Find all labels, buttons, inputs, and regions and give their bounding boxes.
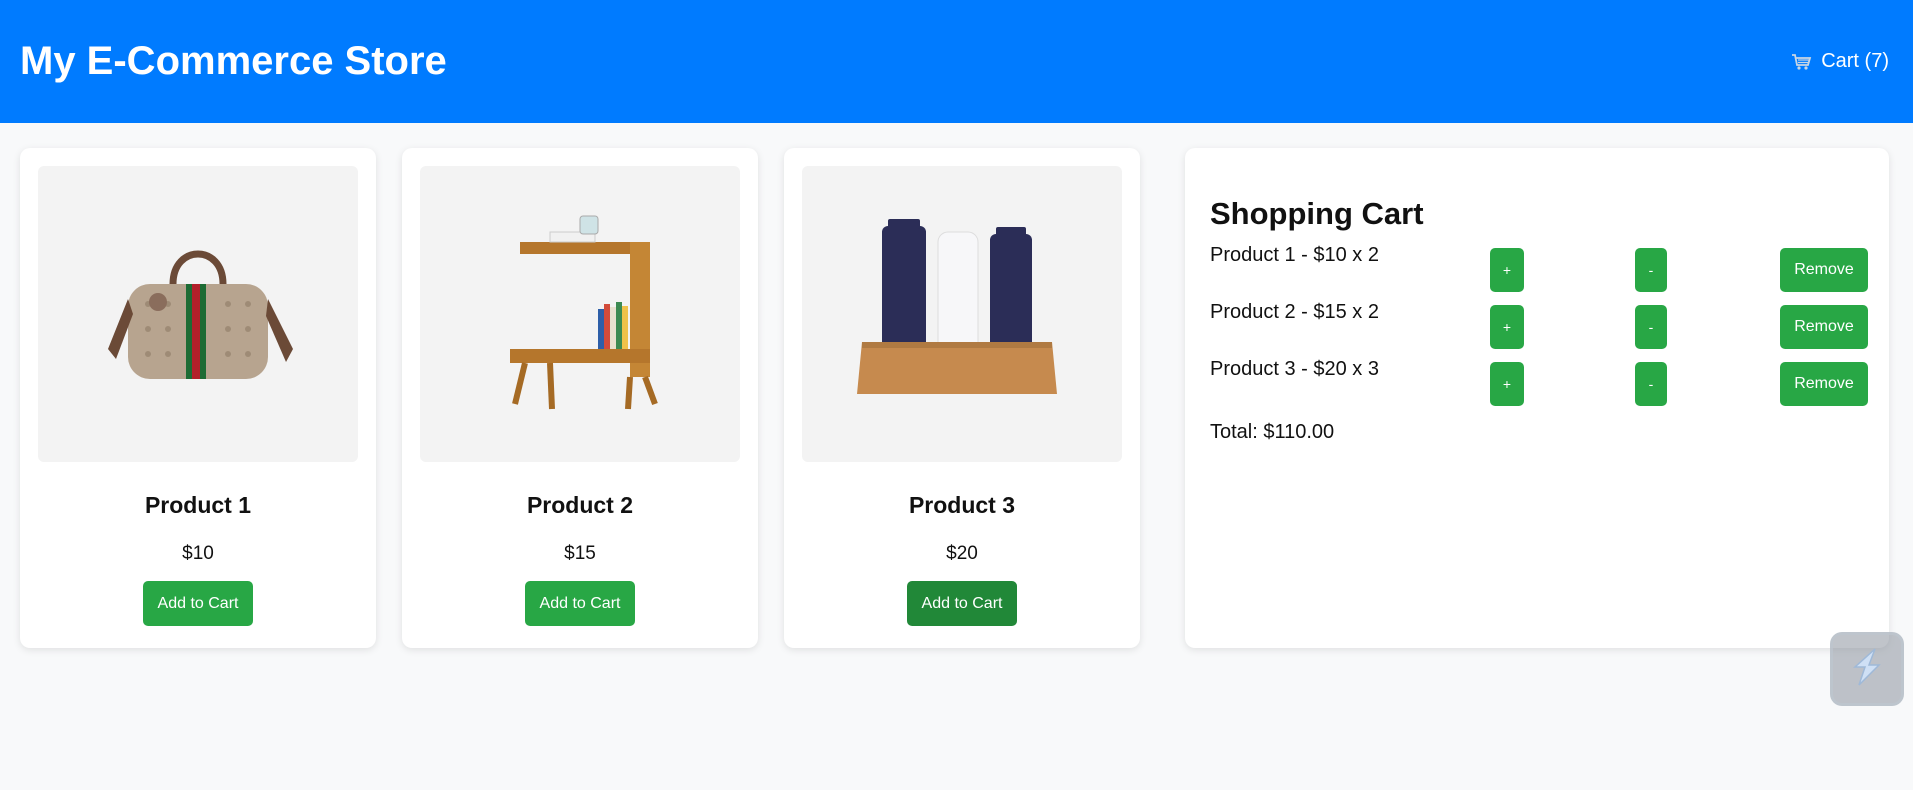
side-table-image <box>510 215 658 410</box>
decrease-quantity-button[interactable]: - <box>1635 248 1667 292</box>
cart-item-description: Product 1 - $10 x 2 <box>1210 244 1379 266</box>
add-to-cart-button[interactable]: Add to Cart <box>143 581 253 626</box>
product-price: $15 <box>564 543 596 564</box>
product-card: Product 3 $20 Add to Cart <box>784 148 1140 648</box>
product-card: Product 2 $15 Add to Cart <box>402 148 758 648</box>
floating-action-button[interactable] <box>1830 632 1904 706</box>
cart-item-description: Product 2 - $15 x 2 <box>1210 301 1379 323</box>
increase-quantity-button[interactable]: + <box>1490 305 1524 349</box>
product-price: $20 <box>946 543 978 564</box>
product-grid: Product 1 $10 Add to Cart Product 2 $15 … <box>20 148 1140 648</box>
store-title: My E-Commerce Store <box>20 39 447 83</box>
skincare-tubes-image <box>857 219 1057 394</box>
cart-link[interactable]: Cart (7) <box>1791 50 1889 73</box>
cart-total: Total: $110.00 <box>1210 421 1335 443</box>
product-card: Product 1 $10 Add to Cart <box>20 148 376 648</box>
decrease-quantity-button[interactable]: - <box>1635 305 1667 349</box>
cart-item: Product 1 - $10 x 2 + - Remove <box>1210 240 1868 297</box>
product-image <box>802 166 1122 462</box>
cart-title: Shopping Cart <box>1210 196 1424 231</box>
cart-item: Product 3 - $20 x 3 + - Remove <box>1210 354 1868 411</box>
decrease-quantity-button[interactable]: - <box>1635 362 1667 406</box>
add-to-cart-button[interactable]: Add to Cart <box>525 581 635 626</box>
product-price: $10 <box>182 543 214 564</box>
add-to-cart-button[interactable]: Add to Cart <box>907 581 1017 626</box>
cart-item: Product 2 - $15 x 2 + - Remove <box>1210 297 1868 354</box>
cart-link-label: Cart (7) <box>1821 50 1889 72</box>
increase-quantity-button[interactable]: + <box>1490 362 1524 406</box>
duffle-bag-image <box>108 250 293 379</box>
remove-item-button[interactable]: Remove <box>1780 248 1868 292</box>
product-image <box>420 166 740 462</box>
product-name: Product 2 <box>526 492 634 518</box>
shopping-cart-panel: Shopping Cart Product 1 - $10 x 2 + - Re… <box>1185 148 1889 648</box>
shopping-cart-icon <box>1791 53 1813 71</box>
product-image <box>38 166 358 462</box>
site-header: My E-Commerce Store Cart (7) <box>0 0 1913 123</box>
cart-item-description: Product 3 - $20 x 3 <box>1210 358 1379 380</box>
lightning-icon <box>1847 645 1887 694</box>
increase-quantity-button[interactable]: + <box>1490 248 1524 292</box>
remove-item-button[interactable]: Remove <box>1780 305 1868 349</box>
product-name: Product 1 <box>144 492 252 518</box>
product-name: Product 3 <box>908 492 1016 518</box>
remove-item-button[interactable]: Remove <box>1780 362 1868 406</box>
